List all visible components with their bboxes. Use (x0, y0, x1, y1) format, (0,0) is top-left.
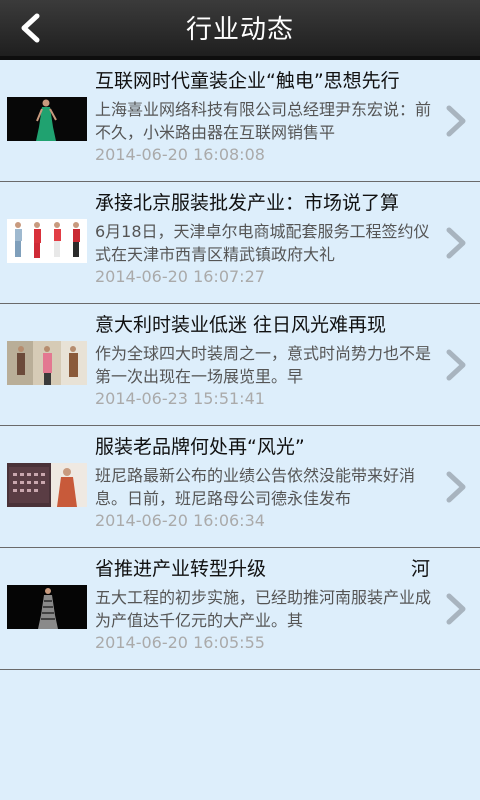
news-list: 互联网时代童装企业“触电”思想先行 上海喜业网络科技有限公司总经理尹东宏说：前不… (0, 60, 480, 670)
news-item[interactable]: 服装老品牌何处再“风光” 班尼路最新公布的业绩公告依然没能带来好消息。日前，班尼… (0, 426, 480, 548)
chevron-right-icon (446, 471, 466, 503)
news-time: 2014-06-20 16:08:08 (95, 145, 265, 164)
news-title: 服装老品牌何处再“风光” (95, 436, 305, 458)
chevron-right-icon (446, 349, 466, 381)
model-black-dress-thumbnail (7, 585, 87, 629)
news-title-overflow-char: 河 (411, 558, 431, 580)
page-title: 行业动态 (185, 15, 294, 45)
woman-green-dress-thumbnail (7, 97, 87, 141)
calendar-model-thumbnail (7, 463, 87, 507)
fashion-street-thumbnail (7, 341, 87, 385)
news-summary: 上海喜业网络科技有限公司总经理尹东宏说：前不久，小米路由器在互联网销售平 (95, 100, 432, 142)
news-time: 2014-06-20 16:05:55 (95, 633, 265, 652)
news-summary: 五大工程的初步实施，已经助推河南服装产业成为产值达千亿元的大产业。其 (95, 588, 432, 630)
news-item[interactable]: 互联网时代童装企业“触电”思想先行 上海喜业网络科技有限公司总经理尹东宏说：前不… (0, 60, 480, 182)
news-title-text: 省推进产业转型升级 (95, 558, 267, 580)
chevron-right-icon (446, 105, 466, 137)
news-item[interactable]: 省推进产业转型升级 河 五大工程的初步实施，已经助推河南服装产业成为产值达千亿元的… (0, 548, 480, 670)
news-title: 互联网时代童装企业“触电”思想先行 (95, 70, 400, 92)
news-title: 承接北京服装批发产业：市场说了算 (95, 192, 400, 214)
title-bar: 行业动态 (0, 0, 480, 60)
news-summary: 班尼路最新公布的业绩公告依然没能带来好消息。日前，班尼路母公司德永佳发布 (95, 466, 416, 508)
news-item[interactable]: 承接北京服装批发产业：市场说了算 6月18日，天津卓尔电商城配套服务工程签约仪式… (0, 182, 480, 304)
news-time: 2014-06-20 16:06:34 (95, 511, 265, 530)
news-summary: 6月18日，天津卓尔电商城配套服务工程签约仪式在天津市西青区精武镇政府大礼 (95, 222, 430, 264)
news-summary: 作为全球四大时装周之一，意式时尚势力也不是第一次出现在一场展览里。早 (95, 344, 432, 386)
news-time: 2014-06-23 15:51:41 (95, 389, 265, 408)
four-models-thumbnail (7, 219, 87, 263)
chevron-right-icon (446, 227, 466, 259)
news-title: 省推进产业转型升级 河 (95, 554, 435, 581)
news-title: 意大利时装业低迷 往日风光难再现 (95, 314, 387, 336)
news-item[interactable]: 意大利时装业低迷 往日风光难再现 作为全球四大时装周之一，意式时尚势力也不是第一… (0, 304, 480, 426)
chevron-right-icon (446, 593, 466, 625)
news-time: 2014-06-20 16:07:27 (95, 267, 265, 286)
